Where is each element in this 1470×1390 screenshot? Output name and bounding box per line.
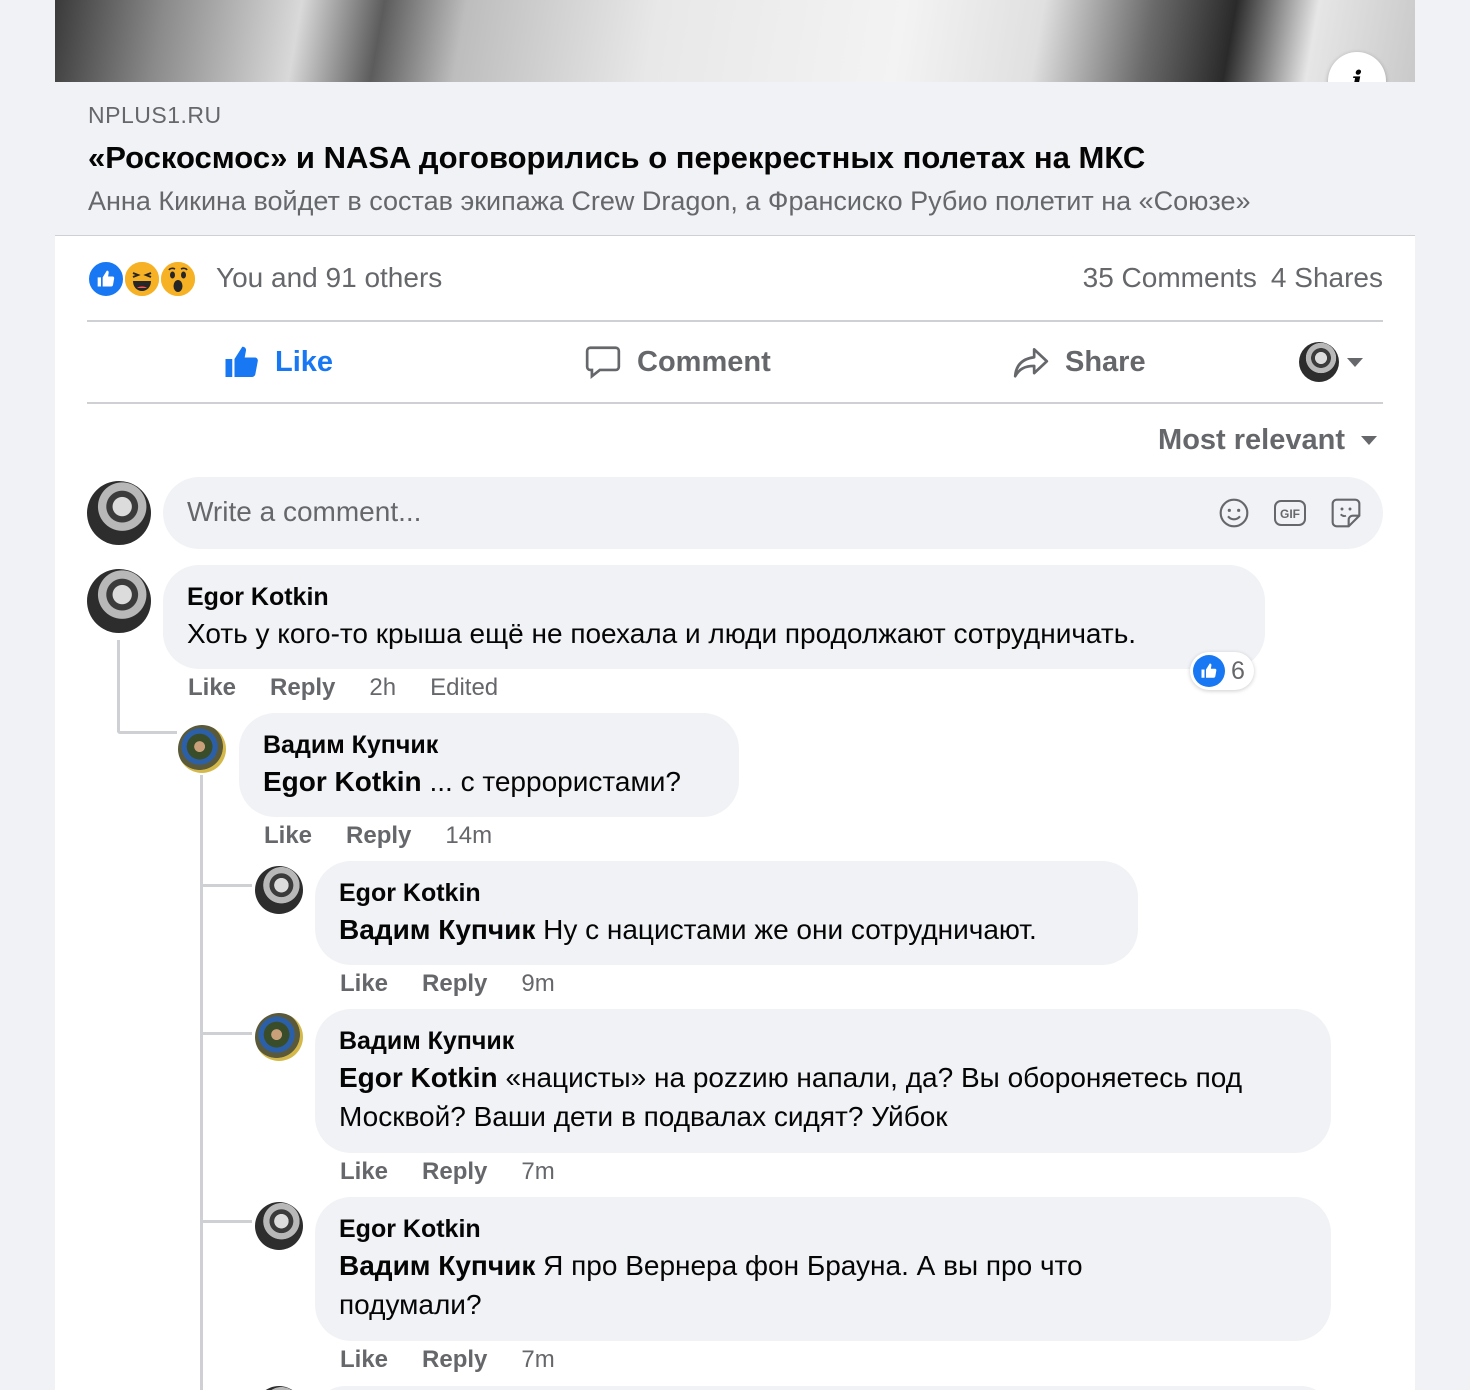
thread-connector [200, 1220, 252, 1223]
comment-input[interactable]: Write a comment... [187, 496, 421, 528]
comment-reply-link[interactable]: Reply [422, 1346, 487, 1374]
reaction-count: 6 [1231, 656, 1245, 685]
comment-bubble: Egor Kotkin Хоть у кого-то крыша ещё не … [163, 565, 1265, 669]
comment-meta: Like Reply 7m [340, 1346, 555, 1374]
comment-reply-link[interactable]: Reply [422, 970, 487, 998]
comment-like-link[interactable]: Like [340, 1158, 388, 1186]
comment-composer[interactable]: Write a comment... GIF [163, 477, 1383, 549]
gif-icon[interactable]: GIF [1273, 496, 1307, 530]
comment-meta: Like Reply 14m [264, 822, 492, 850]
comment-sort-dropdown[interactable]: Most relevant [1158, 424, 1377, 457]
post-card: i NPLUS1.RU «Роскосмос» и NASA договорил… [55, 0, 1415, 1390]
comment-bubble: Вадим Купчик Egor Kotkin ... с террорист… [239, 713, 739, 817]
edited-label[interactable]: Edited [430, 674, 498, 702]
avatar[interactable] [87, 569, 151, 633]
comment-meta: Like Reply 2h Edited [188, 674, 498, 702]
comment-text: Вадим Купчик Ну с нацистами же они сотру… [339, 910, 1114, 949]
share-label: Share [1065, 345, 1146, 378]
avatar[interactable] [87, 481, 151, 545]
thumbs-up-icon [225, 346, 258, 377]
thread-connector [200, 1032, 252, 1035]
comment-reply-link[interactable]: Reply [346, 822, 411, 850]
comment-bubble [315, 1386, 1331, 1390]
reactions-summary[interactable]: You and 91 others [216, 262, 442, 294]
haha-icon [123, 260, 161, 298]
wow-icon [159, 260, 197, 298]
comment-like-link[interactable]: Like [188, 674, 236, 702]
comment-meta: Like Reply 7m [340, 1158, 555, 1186]
chevron-down-icon [1347, 357, 1363, 367]
avatar[interactable] [255, 1202, 303, 1250]
comment-like-link[interactable]: Like [340, 1346, 388, 1374]
like-icon [1193, 655, 1225, 687]
post-actions: Like Comment Share [87, 322, 1383, 402]
emoji-icon[interactable] [1217, 496, 1251, 530]
comment-button[interactable]: Comment [583, 322, 771, 402]
comment-share-counts: 35 Comments 4 Shares [1083, 262, 1383, 294]
sticker-icon[interactable] [1329, 496, 1363, 530]
reaction-icons[interactable] [87, 260, 202, 298]
avatar[interactable] [178, 725, 226, 773]
share-button[interactable]: Share [1011, 322, 1146, 402]
thread-connector [200, 775, 203, 1390]
like-button[interactable]: Like [223, 322, 333, 402]
comment-bubble: Egor Kotkin Вадим Купчик Ну с нацистами … [315, 861, 1138, 965]
thread-connector [117, 731, 177, 734]
comment-text: Egor Kotkin «нацисты» на pozzию напали, … [339, 1058, 1307, 1136]
comment-body: Ну с нацистами же они сотрудничают. [535, 914, 1037, 945]
divider [87, 402, 1383, 404]
comment-time[interactable]: 14m [445, 822, 492, 850]
thread-connector [200, 884, 252, 887]
comments-count[interactable]: 35 Comments [1083, 262, 1257, 293]
comment-text: Egor Kotkin ... с террористами? [263, 762, 715, 801]
comment-text: Хоть у кого-то крыша ещё не поехала и лю… [187, 618, 1137, 649]
mention-link[interactable]: Egor Kotkin [263, 766, 422, 797]
comment-author[interactable]: Вадим Купчик [339, 1024, 1307, 1058]
like-label: Like [275, 345, 334, 378]
comment-body: ... с террористами? [421, 766, 681, 797]
avatar[interactable] [255, 1386, 303, 1390]
comment-time[interactable]: 2h [369, 674, 396, 702]
comment-label: Comment [637, 345, 771, 378]
mention-link[interactable]: Egor Kotkin [339, 1062, 498, 1093]
comment-reply-link[interactable]: Reply [422, 1158, 487, 1186]
like-icon [87, 260, 125, 298]
comment-author[interactable]: Вадим Купчик [263, 728, 715, 762]
chevron-down-icon [1361, 436, 1377, 445]
share-icon [1013, 347, 1049, 378]
link-preview-image[interactable] [55, 0, 1415, 82]
comment-author[interactable]: Egor Kotkin [187, 580, 1241, 614]
comment-reaction-count[interactable]: 6 [1190, 652, 1254, 690]
mention-link[interactable]: Вадим Купчик [339, 1250, 535, 1281]
comment-icon [585, 346, 621, 380]
comment-time[interactable]: 9m [521, 970, 554, 998]
comment-reply-link[interactable]: Reply [270, 674, 335, 702]
comment-meta: Like Reply 9m [340, 970, 555, 998]
comment-like-link[interactable]: Like [264, 822, 312, 850]
comment-bubble: Egor Kotkin Вадим Купчик Я про Вернера ф… [315, 1197, 1331, 1341]
shares-count[interactable]: 4 Shares [1271, 262, 1383, 293]
comment-author[interactable]: Egor Kotkin [339, 876, 1114, 910]
avatar [1299, 342, 1339, 382]
comment-bubble: Вадим Купчик Egor Kotkin «нацисты» на po… [315, 1009, 1331, 1153]
link-title[interactable]: «Роскосмос» и NASA договорились о перекр… [88, 140, 1145, 176]
mention-link[interactable]: Вадим Купчик [339, 914, 535, 945]
comment-time[interactable]: 7m [521, 1346, 554, 1374]
post-as-selector[interactable] [1299, 342, 1363, 382]
comment-like-link[interactable]: Like [340, 970, 388, 998]
link-domain: NPLUS1.RU [88, 102, 222, 128]
comment-time[interactable]: 7m [521, 1158, 554, 1186]
thread-connector [117, 640, 120, 732]
avatar[interactable] [255, 866, 303, 914]
svg-text:GIF: GIF [1280, 507, 1300, 521]
post-stats: You and 91 others 35 Comments 4 Shares [87, 256, 1383, 302]
avatar[interactable] [255, 1013, 303, 1061]
link-preview[interactable]: NPLUS1.RU «Роскосмос» и NASA договорилис… [55, 82, 1415, 236]
comment-author[interactable]: Egor Kotkin [339, 1212, 1307, 1246]
link-description: Анна Кикина войдет в состав экипажа Crew… [88, 186, 1251, 216]
comment-text: Вадим Купчик Я про Вернера фон Брауна. А… [339, 1246, 1179, 1324]
sort-label: Most relevant [1158, 424, 1345, 456]
